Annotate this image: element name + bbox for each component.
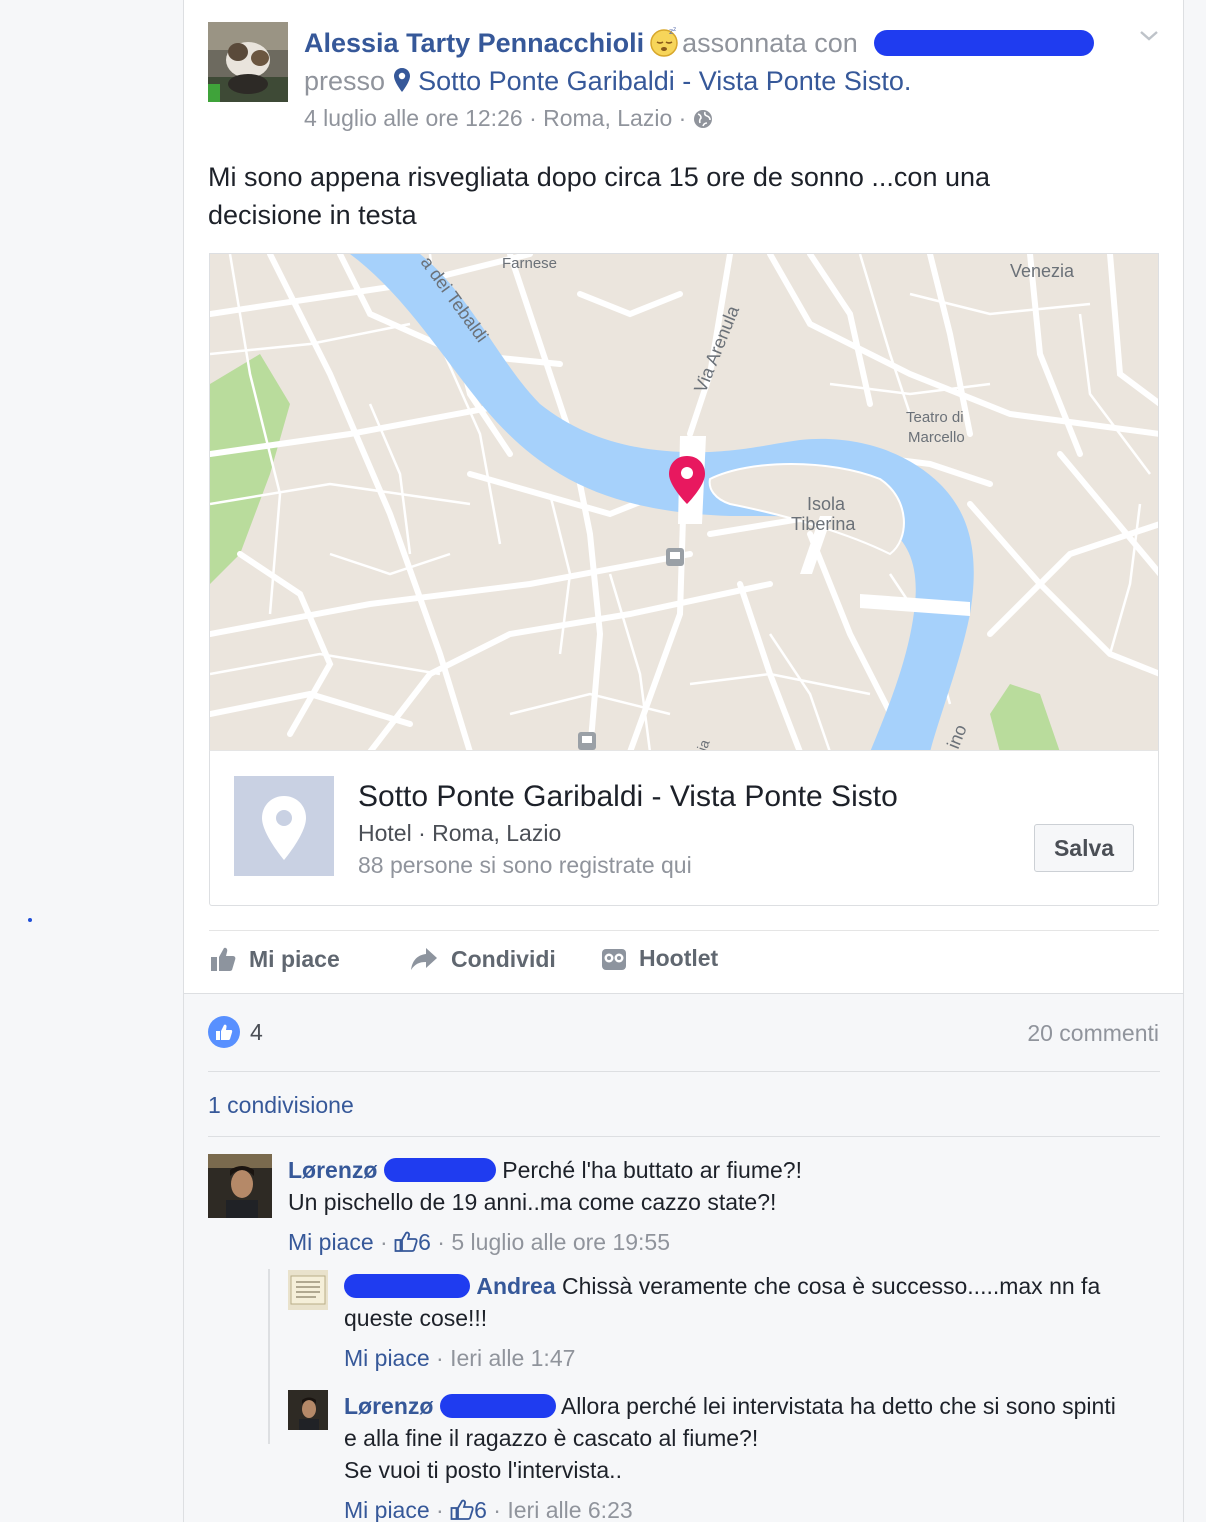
action-bar: Mi piace Condividi Hootlet bbox=[209, 930, 1159, 992]
post-place[interactable]: Roma, Lazio bbox=[543, 105, 672, 131]
reply-meta: Mi piace · Ieri alle 1:47 bbox=[344, 1345, 576, 1371]
post-timestamp[interactable]: 4 luglio alle ore 12:26 bbox=[304, 105, 523, 131]
share-label: Condividi bbox=[451, 945, 556, 972]
post-text: Mi sono appena risvegliata dopo circa 15… bbox=[208, 162, 991, 230]
svg-text:Teatro di: Teatro di bbox=[906, 409, 964, 426]
comment-text-line2: Un pischello de 19 anni..ma come cazzo s… bbox=[288, 1189, 777, 1215]
svg-text:Isola: Isola bbox=[807, 494, 846, 514]
reply-author-2[interactable]: Lørenzø bbox=[344, 1393, 433, 1419]
redaction-mark bbox=[383, 1158, 496, 1182]
left-gutter bbox=[0, 0, 183, 1522]
reply-like-count-2[interactable]: 6 bbox=[474, 1497, 487, 1522]
right-gutter bbox=[1184, 0, 1206, 1522]
comment-meta: Mi piace · 6 · 5 luglio alle ore 19:55 bbox=[288, 1226, 1138, 1261]
reply-thread-line bbox=[268, 1269, 270, 1444]
comment-time[interactable]: 5 luglio alle ore 19:55 bbox=[451, 1229, 670, 1255]
reaction-summary[interactable]: 4 bbox=[208, 1016, 263, 1048]
comments-count[interactable]: 20 commenti bbox=[1027, 1020, 1159, 1047]
place-name[interactable]: Sotto Ponte Garibaldi - Vista Ponte Sist… bbox=[358, 779, 898, 815]
place-checkins: 88 persone si sono registrate qui bbox=[358, 852, 692, 878]
like-reaction-icon bbox=[208, 1016, 240, 1048]
post-card: Alessia Tarty Pennacchioli z z assonnata co… bbox=[183, 0, 1184, 1522]
globe-icon[interactable] bbox=[693, 106, 713, 136]
hootlet-button[interactable]: Hootlet bbox=[601, 945, 718, 972]
share-button[interactable]: Condividi bbox=[409, 945, 556, 973]
cursor-dot bbox=[28, 918, 32, 922]
thumbs-up-outline-icon-2[interactable] bbox=[450, 1497, 474, 1522]
location-link[interactable]: Sotto Ponte Garibaldi - Vista Ponte Sist… bbox=[418, 66, 911, 96]
comment-text: Perché l'ha buttato ar fiume?! bbox=[502, 1157, 802, 1183]
comment-like-link[interactable]: Mi piace bbox=[288, 1229, 374, 1255]
post-header-line2: presso Sotto Ponte Garibaldi - Vista Pon… bbox=[304, 64, 911, 101]
svg-text:Tiberina: Tiberina bbox=[791, 514, 856, 534]
comment-like-count[interactable]: 6 bbox=[418, 1229, 431, 1255]
reply-time-2[interactable]: Ieri alle 6:23 bbox=[507, 1497, 632, 1522]
place-card[interactable]: Sotto Ponte Garibaldi - Vista Ponte Sist… bbox=[209, 750, 1159, 906]
reply-like-link[interactable]: Mi piace bbox=[344, 1345, 430, 1371]
location-prefix: presso bbox=[304, 66, 386, 96]
place-thumbnail bbox=[234, 776, 334, 876]
location-pin-icon bbox=[393, 67, 411, 101]
save-button[interactable]: Salva bbox=[1034, 824, 1134, 872]
like-label: Mi piace bbox=[249, 945, 340, 972]
svg-text:Venezia: Venezia bbox=[1010, 261, 1075, 281]
reply-1: Andrea Chissà veramente che cosa è succe… bbox=[344, 1270, 1124, 1374]
reply-avatar-2[interactable] bbox=[288, 1390, 328, 1430]
reply-text-2-line3: Se vuoi ti posto l'intervista.. bbox=[344, 1457, 622, 1483]
share-arrow-icon bbox=[411, 948, 437, 970]
meta-separator-2: · bbox=[678, 105, 687, 131]
commenter-avatar[interactable] bbox=[208, 1154, 272, 1218]
svg-text:Marcello: Marcello bbox=[908, 429, 965, 446]
like-count: 4 bbox=[250, 1018, 263, 1045]
author-avatar[interactable] bbox=[208, 22, 288, 102]
like-button[interactable]: Mi piace bbox=[209, 945, 340, 973]
chevron-down-icon[interactable] bbox=[1137, 24, 1161, 48]
reply-like-link-2[interactable]: Mi piace bbox=[344, 1497, 430, 1522]
feeling-text: assonnata con bbox=[682, 28, 858, 58]
thumbs-up-outline-icon[interactable] bbox=[394, 1229, 418, 1261]
reply-time[interactable]: Ieri alle 1:47 bbox=[450, 1345, 575, 1371]
post-meta: 4 luglio alle ore 12:26 · Roma, Lazio · bbox=[304, 103, 713, 136]
redaction-mark bbox=[344, 1274, 470, 1298]
comment-1: Lørenzø Perché l'ha buttato ar fiume?! U… bbox=[288, 1154, 1138, 1261]
comment-author[interactable]: Lørenzø bbox=[288, 1157, 377, 1183]
owl-icon bbox=[602, 948, 626, 970]
svg-text:Farnese: Farnese bbox=[502, 255, 557, 272]
meta-separator: · bbox=[529, 105, 537, 131]
reply-2: Lørenzø Allora perché lei intervistata h… bbox=[344, 1390, 1124, 1522]
thumbs-up-icon bbox=[211, 947, 236, 971]
shares-link[interactable]: 1 condivisione bbox=[208, 1092, 354, 1119]
redaction-mark bbox=[439, 1394, 556, 1418]
bus-stop-icon bbox=[666, 548, 684, 566]
bus-stop-icon-2 bbox=[578, 732, 596, 750]
feedback-section: 4 20 commenti 1 condivisione Lørenzø Per… bbox=[184, 993, 1183, 1522]
redaction-mark bbox=[874, 30, 1094, 56]
reply-avatar[interactable] bbox=[288, 1270, 328, 1310]
place-category: Hotel · Roma, Lazio bbox=[358, 820, 562, 846]
svg-text:z: z bbox=[673, 26, 676, 33]
hootlet-label: Hootlet bbox=[639, 945, 719, 971]
reply-meta-2: Mi piace · 6 · Ieri alle 6:23 bbox=[344, 1494, 1124, 1522]
sleepy-face-icon: zz bbox=[648, 26, 680, 58]
location-map[interactable]: Farnese a dei Tebaldi Via Arenula Venezi… bbox=[209, 253, 1159, 751]
divider-2 bbox=[208, 1136, 1160, 1137]
divider bbox=[208, 1071, 1160, 1072]
post-author-link[interactable]: Alessia Tarty Pennacchioli bbox=[304, 28, 644, 58]
post-header-line1: Alessia Tarty Pennacchioli z z assonnata co… bbox=[304, 26, 858, 60]
reply-author[interactable]: Andrea bbox=[476, 1273, 555, 1299]
